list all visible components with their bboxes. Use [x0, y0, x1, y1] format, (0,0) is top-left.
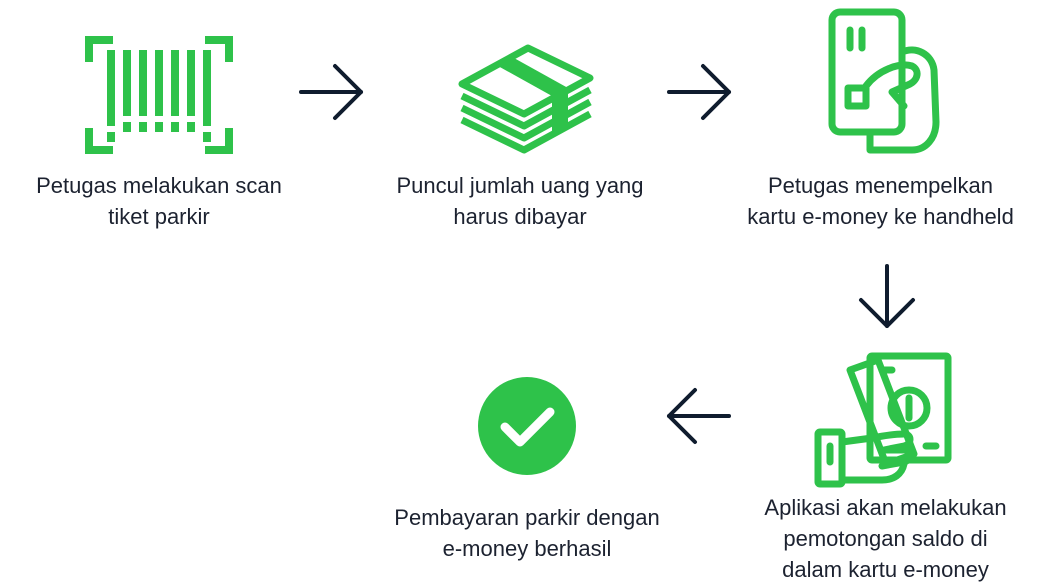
- arrow-down-icon: [859, 264, 915, 328]
- step-5-label: Pembayaran parkir dengan e-money berhasi…: [394, 505, 660, 561]
- step-1-label: Petugas melakukan scan tiket parkir: [36, 173, 282, 229]
- arrow-right-icon: [299, 64, 363, 120]
- step-4-label: Aplikasi akan melakukan pemotongan saldo…: [764, 495, 1007, 582]
- step-3-label: Petugas menempelkan kartu e-money ke han…: [747, 173, 1014, 229]
- barcode-scan-icon: [85, 36, 233, 154]
- arrow-left-icon: [667, 388, 731, 444]
- hand-holding-card-icon: [828, 8, 940, 154]
- arrow-right-icon: [667, 64, 731, 120]
- money-stack-icon: [458, 44, 594, 154]
- step-2-label: Puncul jumlah uang yang harus dibayar: [396, 173, 644, 229]
- check-circle-icon: [478, 377, 576, 475]
- hand-holding-cash-icon: [814, 352, 952, 488]
